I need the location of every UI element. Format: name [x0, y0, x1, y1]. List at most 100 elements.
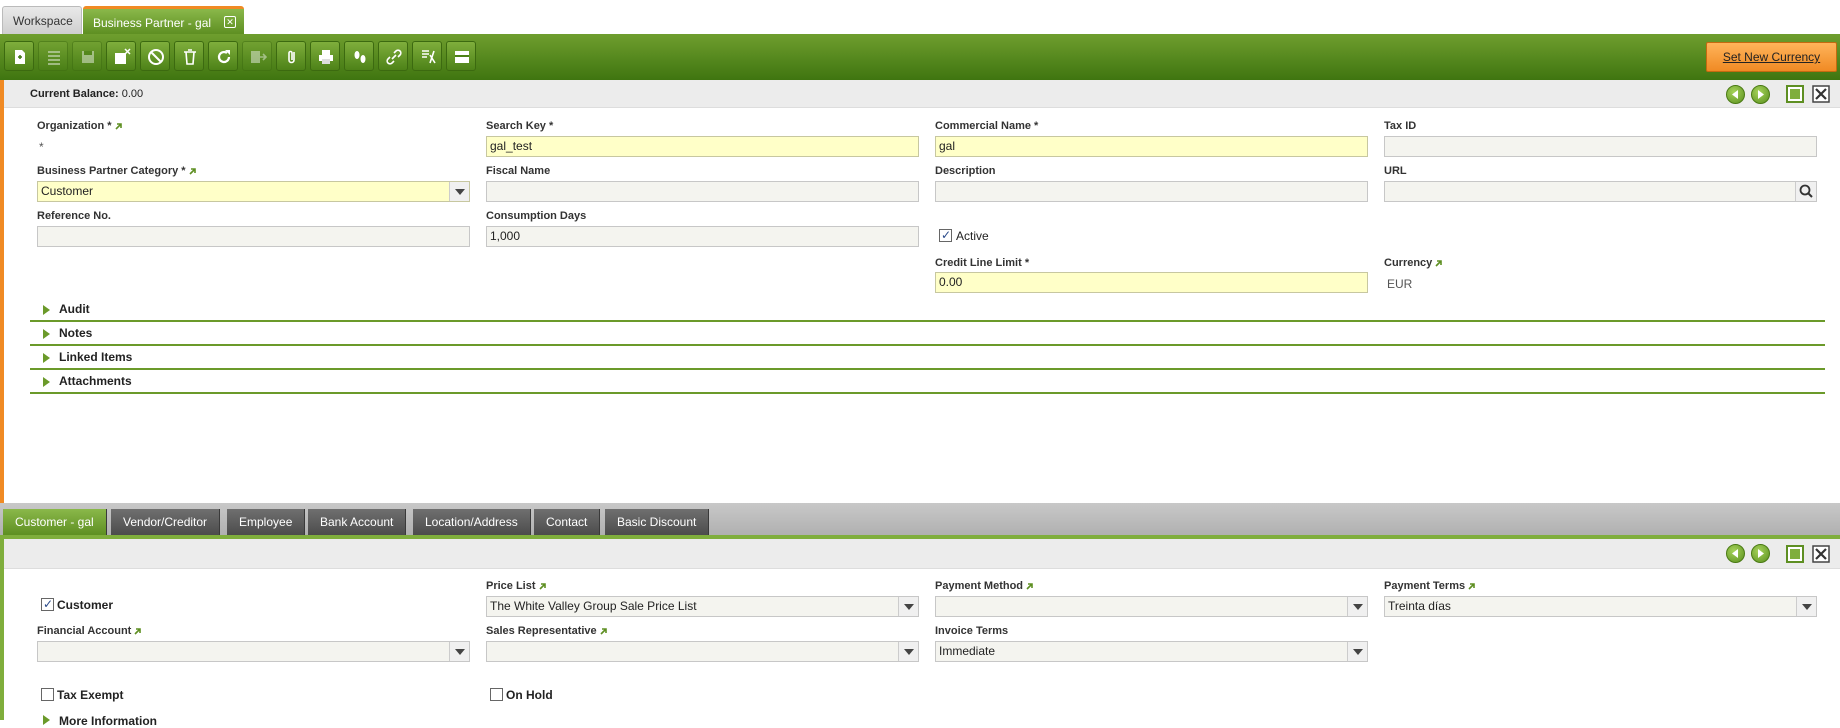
active-checkbox[interactable] [939, 228, 952, 242]
export-button[interactable] [242, 41, 272, 71]
commercial-name-input[interactable]: gal [935, 136, 1368, 157]
customer-checkbox[interactable] [41, 597, 54, 611]
active-panel-indicator [0, 80, 4, 503]
url-search-button[interactable] [1795, 182, 1816, 201]
save-icon [82, 51, 94, 63]
bp-category-value: Customer [41, 184, 94, 198]
tab-vendor-creditor[interactable]: Vendor/Creditor [111, 509, 221, 535]
description-input[interactable] [935, 181, 1368, 202]
delete-button[interactable] [174, 41, 204, 71]
financial-account-label: Financial Account [37, 625, 142, 637]
chevron-down-icon[interactable] [898, 642, 918, 661]
child-previous-button[interactable] [1726, 544, 1745, 563]
tab-contact[interactable]: Contact [534, 509, 601, 535]
undo-button[interactable] [140, 41, 170, 71]
export-icon [251, 51, 267, 63]
link-arrow-icon[interactable] [134, 627, 142, 635]
price-list-select[interactable]: The White Valley Group Sale Price List [486, 596, 919, 617]
chevron-down-icon[interactable] [1347, 642, 1367, 661]
close-tab-icon[interactable]: ✕ [224, 16, 236, 28]
section-notes[interactable]: Notes [30, 322, 1825, 346]
section-audit[interactable]: Audit [30, 298, 1825, 322]
maximize-icon[interactable] [1786, 545, 1804, 563]
tab-employee[interactable]: Employee [227, 509, 306, 535]
grid-view-button[interactable] [38, 41, 68, 71]
paperclip-icon [288, 50, 295, 64]
printer-icon [319, 50, 333, 64]
reference-no-input[interactable] [37, 226, 470, 247]
consumption-days-input[interactable]: 1,000 [486, 226, 919, 247]
link-arrow-icon[interactable] [114, 122, 122, 130]
link-arrow-icon[interactable] [1026, 582, 1033, 590]
fiscal-name-label: Fiscal Name [486, 165, 551, 177]
tax-id-input[interactable] [1384, 136, 1817, 157]
payment-method-label: Payment Method [935, 580, 1033, 592]
save-close-button[interactable] [106, 41, 136, 71]
search-key-input[interactable]: gal_test [486, 136, 919, 157]
bp-category-select[interactable]: Customer [37, 181, 470, 202]
close-icon[interactable] [1812, 545, 1830, 563]
previous-record-button[interactable] [1726, 85, 1745, 104]
tab-bank-account[interactable]: Bank Account [308, 509, 407, 535]
toolbar: Set New Currency [0, 34, 1840, 80]
save-button[interactable] [72, 41, 102, 71]
layout-button[interactable] [446, 41, 476, 71]
section-linked-items-title: Linked Items [59, 350, 133, 364]
link-arrow-icon[interactable] [538, 582, 546, 590]
sales-rep-select[interactable] [486, 641, 919, 662]
tax-exempt-checkbox[interactable] [41, 688, 54, 701]
window-tab-bar: Workspace Business Partner - gal ✕ [0, 0, 1840, 34]
payment-terms-select[interactable]: Treinta días [1384, 596, 1817, 617]
close-icon[interactable] [1812, 85, 1830, 103]
invoice-terms-value: Immediate [939, 644, 996, 658]
section-attachments[interactable]: Attachments [30, 370, 1825, 394]
credit-line-limit-input[interactable]: 0.00 [935, 272, 1368, 293]
tools-button[interactable] [412, 41, 442, 71]
chevron-down-icon[interactable] [1347, 597, 1367, 616]
organization-label: Organization * [37, 120, 122, 132]
section-linked-items[interactable]: Linked Items [30, 346, 1825, 370]
url-label: URL [1384, 165, 1407, 177]
tab-location-address[interactable]: Location/Address [413, 509, 531, 535]
tab-customer[interactable]: Customer - gal [3, 509, 107, 535]
attach-button[interactable] [276, 41, 306, 71]
payment-method-select[interactable] [935, 596, 1368, 617]
consumption-days-label: Consumption Days [486, 210, 587, 222]
on-hold-checkbox[interactable] [490, 688, 503, 701]
save-close-icon [115, 48, 131, 64]
section-more-information[interactable]: More Information [30, 707, 1825, 728]
expand-icon [43, 305, 50, 315]
refresh-icon [217, 50, 231, 64]
audit-trail-button[interactable] [344, 41, 374, 71]
chevron-down-icon[interactable] [449, 642, 469, 661]
url-input[interactable] [1384, 181, 1817, 202]
commercial-name-label: Commercial Name * [935, 120, 1039, 132]
next-record-button[interactable] [1751, 85, 1770, 104]
child-next-button[interactable] [1751, 544, 1770, 563]
financial-account-select[interactable] [37, 641, 470, 662]
chevron-down-icon[interactable] [1796, 597, 1816, 616]
invoice-terms-select[interactable]: Immediate [935, 641, 1368, 662]
tab-basic-discount[interactable]: Basic Discount [605, 509, 710, 535]
credit-line-limit-label: Credit Line Limit * [935, 257, 1030, 269]
section-audit-title: Audit [59, 302, 90, 316]
fiscal-name-input[interactable] [486, 181, 919, 202]
maximize-icon[interactable] [1786, 85, 1804, 103]
link-button[interactable] [378, 41, 408, 71]
invoice-terms-label: Invoice Terms [935, 625, 1009, 637]
print-button[interactable] [310, 41, 340, 71]
chevron-down-icon[interactable] [449, 182, 469, 201]
chevron-down-icon[interactable] [898, 597, 918, 616]
tax-exempt-label: Tax Exempt [57, 688, 124, 702]
new-document-button[interactable] [4, 41, 34, 71]
link-arrow-icon[interactable] [1468, 582, 1475, 590]
link-arrow-icon[interactable] [600, 627, 607, 635]
link-arrow-icon[interactable] [188, 167, 196, 175]
tab-business-partner[interactable]: Business Partner - gal ✕ [83, 6, 244, 34]
set-new-currency-button[interactable]: Set New Currency [1706, 42, 1837, 72]
tab-workspace[interactable]: Workspace [2, 6, 82, 34]
refresh-button[interactable] [208, 41, 238, 71]
currency-label: Currency [1384, 257, 1443, 269]
payment-terms-label: Payment Terms [1384, 580, 1475, 592]
link-arrow-icon[interactable] [1435, 259, 1443, 267]
